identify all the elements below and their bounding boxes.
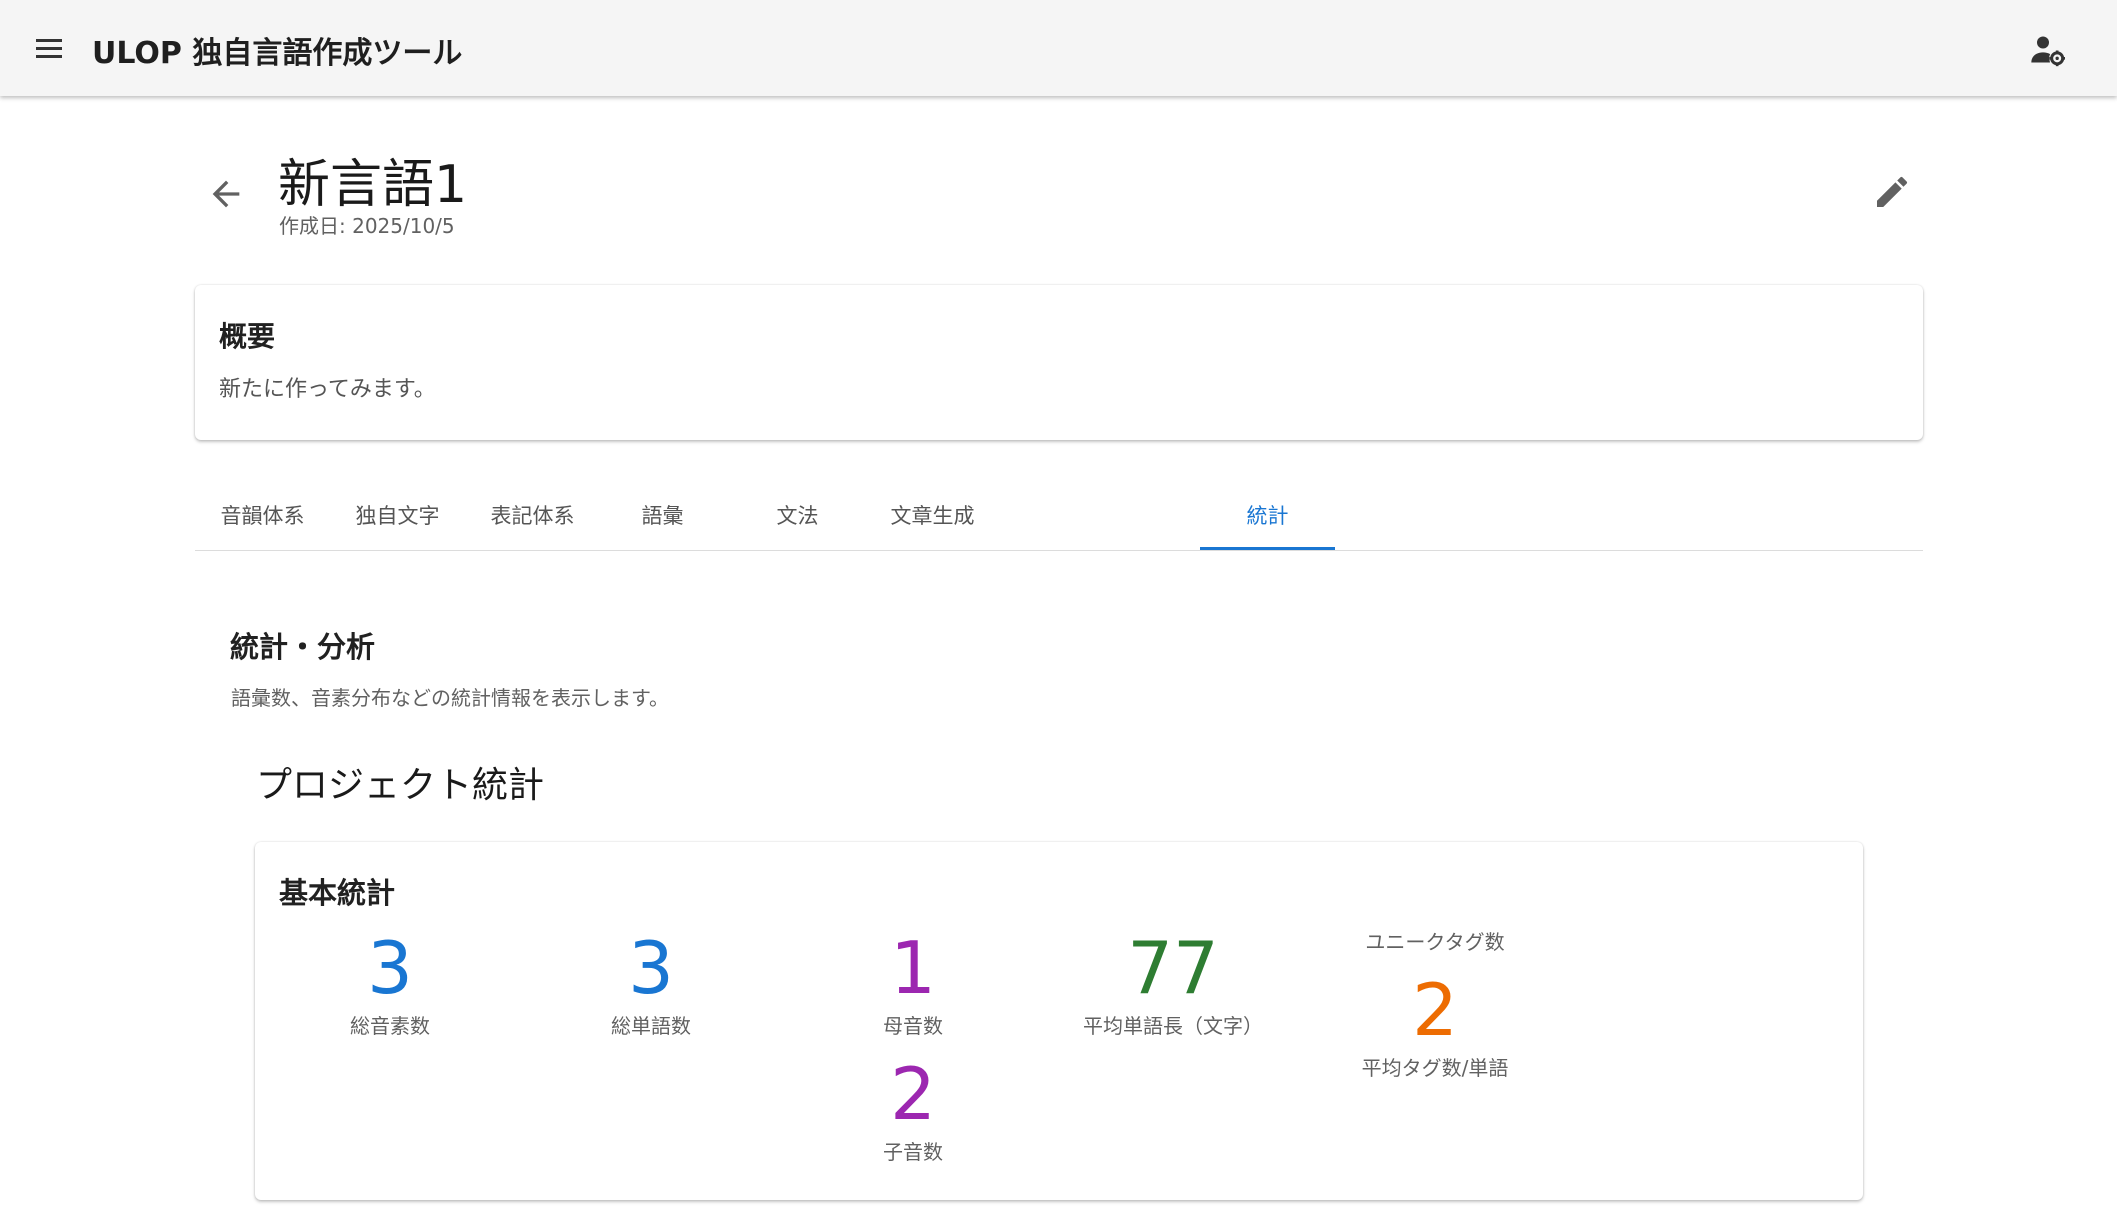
basic-stats-card: 基本統計 3 総音素数 3 総単語数 1 母音数 2 子音数 77 平均単語長（… [255, 842, 1863, 1200]
tab-phonology[interactable]: 音韻体系 [195, 480, 330, 550]
unique-tags-label: ユニークタグ数 [1305, 926, 1565, 955]
section-title: 統計・分析 [230, 624, 375, 666]
arrow-back-icon[interactable] [206, 174, 246, 214]
vowels-label: 母音数 [783, 1010, 1043, 1039]
menu-icon[interactable] [34, 36, 64, 60]
page-title: 新言語1 [278, 142, 467, 217]
overview-title: 概要 [219, 315, 275, 355]
total-phonemes-label: 総音素数 [260, 1010, 520, 1039]
avg-word-length-label: 平均単語長（文字） [1043, 1010, 1303, 1039]
consonants-value: 2 [813, 1058, 1013, 1130]
section-description: 語彙数、音素分布などの統計情報を表示します。 [231, 682, 669, 711]
app-title: ULOP 独自言語作成ツール [92, 28, 462, 72]
total-phonemes-value: 3 [290, 932, 490, 1004]
pencil-icon[interactable] [1872, 172, 1912, 212]
tab-indicator [1200, 547, 1335, 550]
tab-grammar[interactable]: 文法 [730, 480, 865, 550]
tab-bar: 音韻体系 独自文字 表記体系 語彙 文法 文章生成 統計 [195, 480, 1923, 551]
consonants-label: 子音数 [783, 1136, 1043, 1165]
created-date: 作成日: 2025/10/5 [279, 210, 455, 239]
avg-word-length-value: 77 [1073, 932, 1273, 1004]
total-words-label: 総単語数 [521, 1010, 781, 1039]
tab-text-generation[interactable]: 文章生成 [865, 480, 1000, 550]
avg-tags-label: 平均タグ数/単語 [1305, 1052, 1565, 1081]
manage-accounts-icon[interactable] [2028, 30, 2068, 70]
project-stats-title: プロジェクト統計 [256, 756, 544, 808]
tab-statistics[interactable]: 統計 [1200, 480, 1335, 550]
tab-custom-script[interactable]: 独自文字 [330, 480, 465, 550]
avg-tags-value: 2 [1335, 974, 1535, 1046]
overview-text: 新たに作ってみます。 [219, 371, 436, 403]
total-words-value: 3 [551, 932, 751, 1004]
vowels-value: 1 [813, 932, 1013, 1004]
app-bar: ULOP 独自言語作成ツール [0, 0, 2117, 96]
overview-card: 概要 新たに作ってみます。 [195, 285, 1923, 440]
basic-stats-title: 基本統計 [279, 870, 395, 912]
tab-vocabulary[interactable]: 語彙 [595, 480, 730, 550]
tab-writing-system[interactable]: 表記体系 [465, 480, 600, 550]
